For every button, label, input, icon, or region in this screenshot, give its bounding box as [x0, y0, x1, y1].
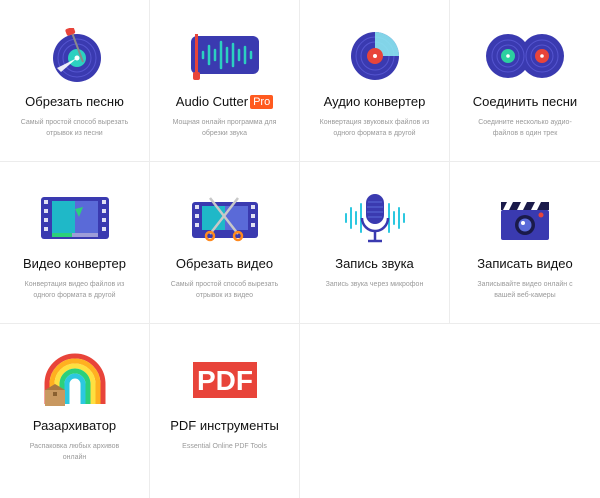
tool-title-text: Audio Cutter	[175, 94, 249, 109]
join-songs-icon	[485, 28, 565, 84]
tool-title: Соединить песни	[472, 94, 578, 109]
empty-cell	[450, 324, 600, 498]
tool-title: Запись звука	[335, 256, 414, 271]
tool-description: Распаковка любых архивов онлайн	[29, 443, 120, 461]
tool-video-recorder[interactable]: Записать видео Записывайте видео онлайн …	[450, 162, 600, 324]
tools-grid: Обрезать песню Самый простой способ выре…	[0, 0, 600, 498]
tool-title: Аудио конвертер	[323, 94, 426, 109]
tool-cut-video[interactable]: Обрезать видео Самый простой способ выре…	[150, 162, 300, 324]
tool-title: Обрезать песню	[25, 94, 124, 109]
tool-title: Audio Cutter Pro	[150, 93, 299, 111]
tool-description: Essential Online PDF Tools	[182, 443, 267, 450]
tool-description: Соедините несколько аудио-файлов в один …	[478, 119, 572, 137]
tool-description: Конвертация видео файлов из одного форма…	[24, 281, 125, 299]
pdf-icon-text: PDF	[197, 365, 253, 396]
tool-description: Самый простой способ вырезать отрывок из…	[170, 281, 279, 299]
tool-audio-converter[interactable]: Аудио конвертер Конвертация звуковых фай…	[300, 0, 450, 162]
tool-description: Конвертация звуковых файлов из одного фо…	[319, 119, 430, 137]
tool-title: Записать видео	[477, 256, 573, 271]
audio-converter-icon	[335, 28, 415, 84]
tool-title: Разархиватор	[32, 418, 117, 433]
empty-cell	[300, 324, 450, 498]
tool-join-songs[interactable]: Соединить песни Соедините несколько ауди…	[450, 0, 600, 162]
tool-video-converter[interactable]: Видео конвертер Конвертация видео файлов…	[0, 162, 150, 324]
tool-title: Обрезать видео	[175, 256, 274, 271]
microphone-icon	[335, 190, 415, 246]
video-converter-icon	[35, 190, 115, 246]
pdf-tools-icon: PDF	[185, 352, 265, 408]
audio-cutter-pro-icon	[185, 28, 265, 84]
tool-description: Запись звука через микрофон	[325, 281, 424, 288]
tool-description: Мощная онлайн программа для обрезки звук…	[172, 119, 277, 137]
archive-extractor-icon	[35, 352, 115, 408]
tool-title: PDF инструменты	[170, 418, 279, 433]
tool-audio-cutter-pro[interactable]: Audio Cutter Pro Мощная онлайн программа …	[150, 0, 300, 162]
tool-voice-recorder[interactable]: Запись звука Запись звука через микрофон	[300, 162, 450, 324]
tool-pdf-tools[interactable]: PDF PDF инструменты Essential Online PDF…	[150, 324, 300, 498]
tool-description: Записывайте видео онлайн с вашей веб-кам…	[477, 281, 573, 299]
tool-description: Самый простой способ вырезать отрывок из…	[20, 119, 129, 137]
pro-badge: Pro	[250, 95, 274, 109]
video-recorder-icon	[485, 190, 565, 246]
tool-cut-song[interactable]: Обрезать песню Самый простой способ выре…	[0, 0, 150, 162]
tool-archive-extractor[interactable]: Разархиватор Распаковка любых архивов он…	[0, 324, 150, 498]
tool-title: Видео конвертер	[22, 256, 127, 271]
cut-song-icon	[35, 28, 115, 84]
cut-video-icon	[185, 190, 265, 246]
